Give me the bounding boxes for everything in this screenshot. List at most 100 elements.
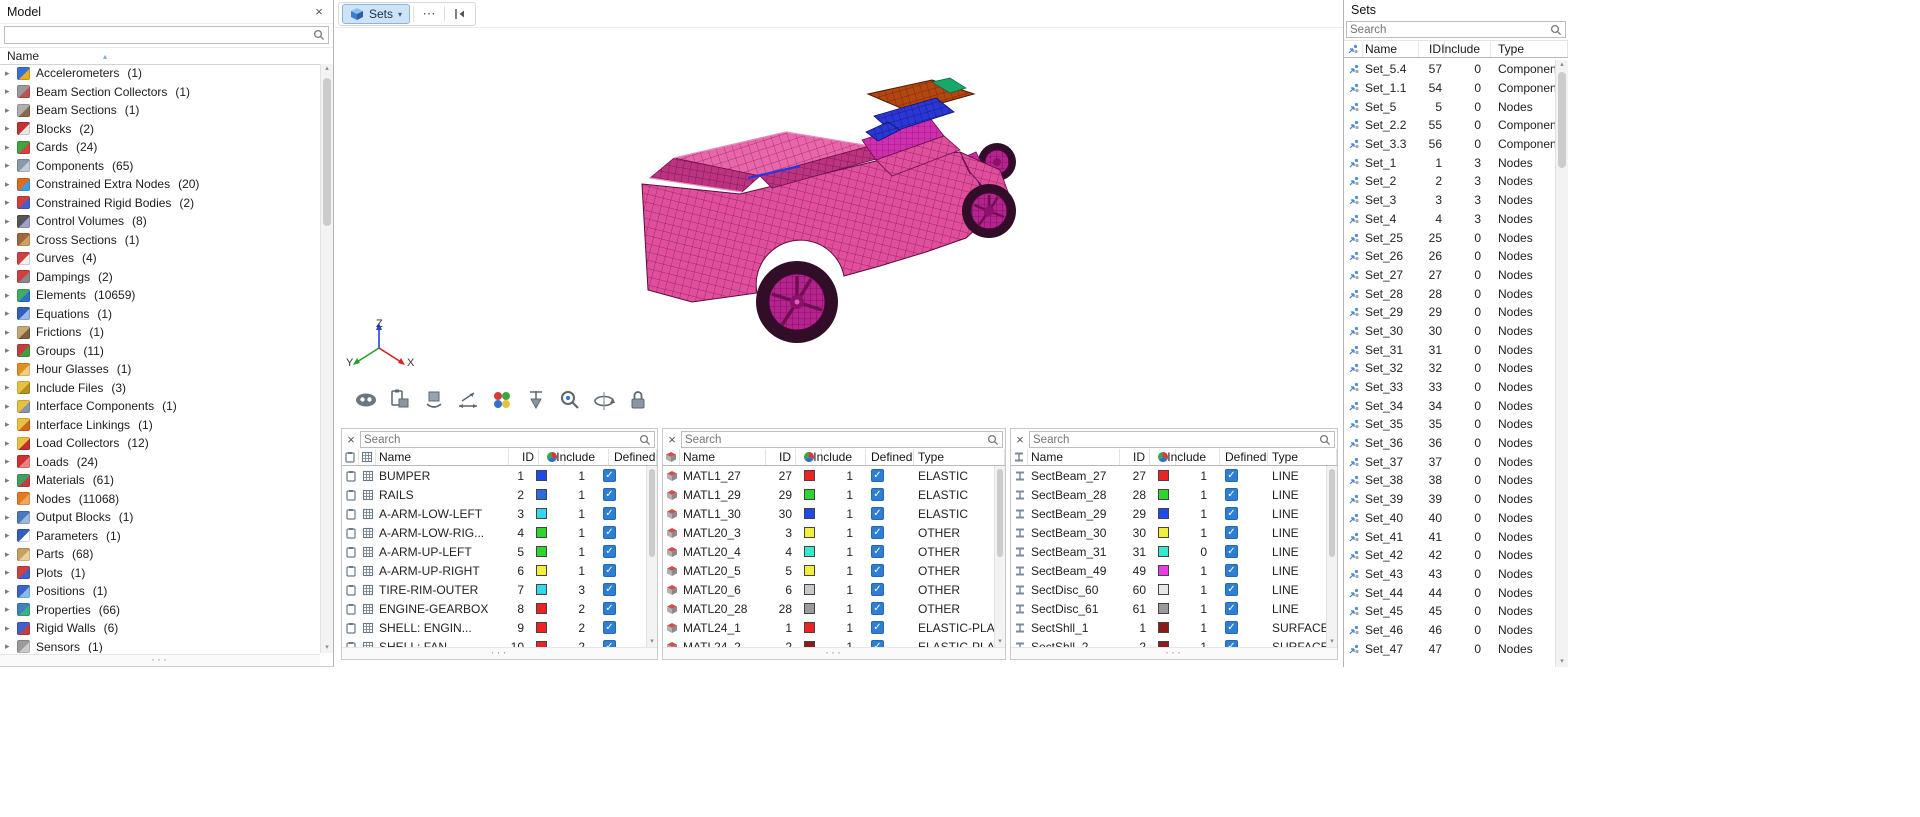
- material-row[interactable]: MATL24_2 2 1 ✓ ELASTIC-PLASTI: [663, 637, 994, 647]
- scroll-down-icon[interactable]: ▾: [1556, 657, 1568, 667]
- set-row[interactable]: Set_25 25 0 Nodes: [1344, 228, 1555, 247]
- section-row[interactable]: SectShll_1 1 1 ✓ SURFACE: [1011, 618, 1326, 637]
- tree-item[interactable]: ▸ Elements (10659): [0, 286, 320, 305]
- lock-view-icon[interactable]: [624, 386, 652, 414]
- material-row[interactable]: MATL20_3 3 1 ✓ OTHER: [663, 523, 994, 542]
- set-row[interactable]: Set_33 33 0 Nodes: [1344, 378, 1555, 397]
- set-row[interactable]: Set_1 1 3 Nodes: [1344, 153, 1555, 172]
- defined-checkbox[interactable]: ✓: [603, 507, 616, 520]
- expand-arrow-icon[interactable]: ▸: [5, 641, 17, 652]
- tree-item[interactable]: ▸ Dampings (2): [0, 268, 320, 287]
- plumb-align-icon[interactable]: [522, 386, 550, 414]
- color-swatch[interactable]: [804, 584, 815, 595]
- set-row[interactable]: Set_46 46 0 Nodes: [1344, 621, 1555, 640]
- expand-arrow-icon[interactable]: ▸: [5, 271, 17, 282]
- color-swatch[interactable]: [536, 603, 547, 614]
- components-scrollbar[interactable]: ▾: [646, 466, 657, 647]
- name-column-header[interactable]: Name: [1363, 41, 1419, 57]
- materials-panel-close-button[interactable]: ×: [665, 433, 679, 447]
- color-swatch[interactable]: [1158, 584, 1169, 595]
- color-swatch[interactable]: [804, 508, 815, 519]
- scroll-up-icon[interactable]: ▴: [321, 64, 333, 74]
- mask-entities-icon[interactable]: [352, 386, 380, 414]
- include-column-header[interactable]: Include: [822, 449, 866, 465]
- tree-item[interactable]: ▸ Blocks (2): [0, 120, 320, 139]
- section-row[interactable]: SectBeam_29 29 1 ✓ LINE: [1011, 504, 1326, 523]
- color-swatch[interactable]: [804, 565, 815, 576]
- name-column-header[interactable]: Name: [680, 449, 766, 465]
- expand-arrow-icon[interactable]: ▸: [5, 456, 17, 467]
- color-swatch[interactable]: [536, 584, 547, 595]
- defined-checkbox[interactable]: ✓: [1225, 640, 1238, 647]
- defined-checkbox[interactable]: ✓: [871, 488, 884, 501]
- component-row[interactable]: TIRE-RIM-OUTER 7 3 ✓: [342, 580, 646, 599]
- material-row[interactable]: MATL24_1 1 1 ✓ ELASTIC-PLASTI: [663, 618, 994, 637]
- tree-item[interactable]: ▸ Load Collectors (12): [0, 434, 320, 453]
- material-row[interactable]: MATL20_28 28 1 ✓ OTHER: [663, 599, 994, 618]
- tree-item[interactable]: ▸ Frictions (1): [0, 323, 320, 342]
- tree-item[interactable]: ▸ Properties (66): [0, 601, 320, 620]
- set-row[interactable]: Set_4 4 3 Nodes: [1344, 210, 1555, 229]
- tree-item[interactable]: ▸ Accelerometers (1): [0, 64, 320, 83]
- component-row[interactable]: A-ARM-LOW-LEFT 3 1 ✓: [342, 504, 646, 523]
- materials-search-input[interactable]: [685, 434, 987, 446]
- set-row[interactable]: Set_34 34 0 Nodes: [1344, 396, 1555, 415]
- materials-hscrollbar[interactable]: ···: [663, 647, 1005, 659]
- color-swatch[interactable]: [804, 641, 815, 647]
- components-hscrollbar[interactable]: ···: [342, 647, 657, 659]
- set-row[interactable]: Set_37 37 0 Nodes: [1344, 452, 1555, 471]
- color-by-icon[interactable]: [488, 386, 516, 414]
- section-row[interactable]: SectBeam_28 28 1 ✓ LINE: [1011, 485, 1326, 504]
- tree-item[interactable]: ▸ Loads (24): [0, 453, 320, 472]
- scroll-thumb[interactable]: [1558, 72, 1566, 168]
- color-swatch[interactable]: [1158, 470, 1169, 481]
- scroll-thumb[interactable]: [997, 469, 1003, 557]
- set-row[interactable]: Set_26 26 0 Nodes: [1344, 247, 1555, 266]
- material-row[interactable]: MATL20_6 6 1 ✓ OTHER: [663, 580, 994, 599]
- defined-checkbox[interactable]: ✓: [1225, 545, 1238, 558]
- tree-item[interactable]: ▸ Groups (11): [0, 342, 320, 361]
- defined-checkbox[interactable]: ✓: [1225, 602, 1238, 615]
- tree-item[interactable]: ▸ Positions (1): [0, 582, 320, 601]
- sets-search-input[interactable]: [1350, 24, 1550, 36]
- color-swatch[interactable]: [804, 470, 815, 481]
- color-swatch[interactable]: [1158, 489, 1169, 500]
- defined-checkbox[interactable]: ✓: [1225, 621, 1238, 634]
- components-search-box[interactable]: [360, 431, 655, 448]
- tree-item[interactable]: ▸ Include Files (3): [0, 379, 320, 398]
- tree-item[interactable]: ▸ Control Volumes (8): [0, 212, 320, 231]
- model-search-box[interactable]: [4, 26, 329, 44]
- section-row[interactable]: SectBeam_30 30 1 ✓ LINE: [1011, 523, 1326, 542]
- set-row[interactable]: Set_39 39 0 Nodes: [1344, 490, 1555, 509]
- set-row[interactable]: Set_35 35 0 Nodes: [1344, 415, 1555, 434]
- expand-arrow-icon[interactable]: ▸: [5, 253, 17, 264]
- set-row[interactable]: Set_5 5 0 Nodes: [1344, 97, 1555, 116]
- section-row[interactable]: SectShll_2 2 1 ✓ SURFACE: [1011, 637, 1326, 647]
- set-row[interactable]: Set_2 2 3 Nodes: [1344, 172, 1555, 191]
- component-row[interactable]: A-ARM-UP-LEFT 5 1 ✓: [342, 542, 646, 561]
- defined-checkbox[interactable]: ✓: [871, 545, 884, 558]
- color-swatch[interactable]: [804, 489, 815, 500]
- expand-arrow-icon[interactable]: ▸: [5, 142, 17, 153]
- set-row[interactable]: Set_32 32 0 Nodes: [1344, 359, 1555, 378]
- expand-arrow-icon[interactable]: ▸: [5, 623, 17, 634]
- expand-arrow-icon[interactable]: ▸: [5, 401, 17, 412]
- set-row[interactable]: Set_41 41 0 Nodes: [1344, 527, 1555, 546]
- scroll-down-icon[interactable]: ▾: [647, 637, 657, 647]
- tree-item[interactable]: ▸ Hour Glasses (1): [0, 360, 320, 379]
- component-row[interactable]: SHELL: FAN 10 2 ✓: [342, 637, 646, 647]
- expand-arrow-icon[interactable]: ▸: [5, 382, 17, 393]
- scroll-thumb[interactable]: [1329, 469, 1335, 557]
- sections-hscrollbar[interactable]: ···: [1011, 647, 1337, 659]
- type-column-header[interactable]: Type: [1268, 449, 1337, 465]
- defined-checkbox[interactable]: ✓: [1225, 507, 1238, 520]
- tree-item[interactable]: ▸ Constrained Extra Nodes (20): [0, 175, 320, 194]
- expand-arrow-icon[interactable]: ▸: [5, 438, 17, 449]
- defined-checkbox[interactable]: ✓: [871, 583, 884, 596]
- tree-item[interactable]: ▸ Cross Sections (1): [0, 231, 320, 250]
- defined-checkbox[interactable]: ✓: [603, 469, 616, 482]
- expand-arrow-icon[interactable]: ▸: [5, 604, 17, 615]
- scroll-down-icon[interactable]: ▾: [321, 643, 333, 653]
- color-swatch[interactable]: [804, 603, 815, 614]
- include-column-header[interactable]: Include: [1176, 449, 1220, 465]
